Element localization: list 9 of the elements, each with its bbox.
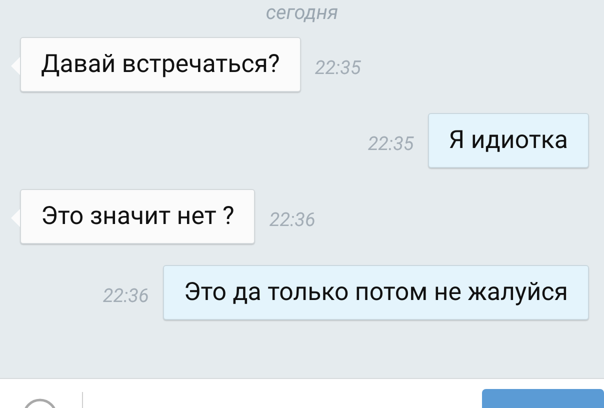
message-time: 22:36 (102, 283, 149, 309)
outgoing-message: Это да только потом не жалуйся (162, 265, 589, 320)
message-time: 22:36 (269, 207, 316, 233)
outgoing-message: Я идиотка (428, 113, 589, 168)
date-separator: сегодня (264, 0, 340, 24)
message-time: 22:35 (314, 55, 361, 81)
incoming-message: Давай встречаться? (11, 37, 301, 92)
message-time: 22:35 (368, 131, 414, 157)
incoming-message: Это значит нет ? (11, 189, 256, 244)
